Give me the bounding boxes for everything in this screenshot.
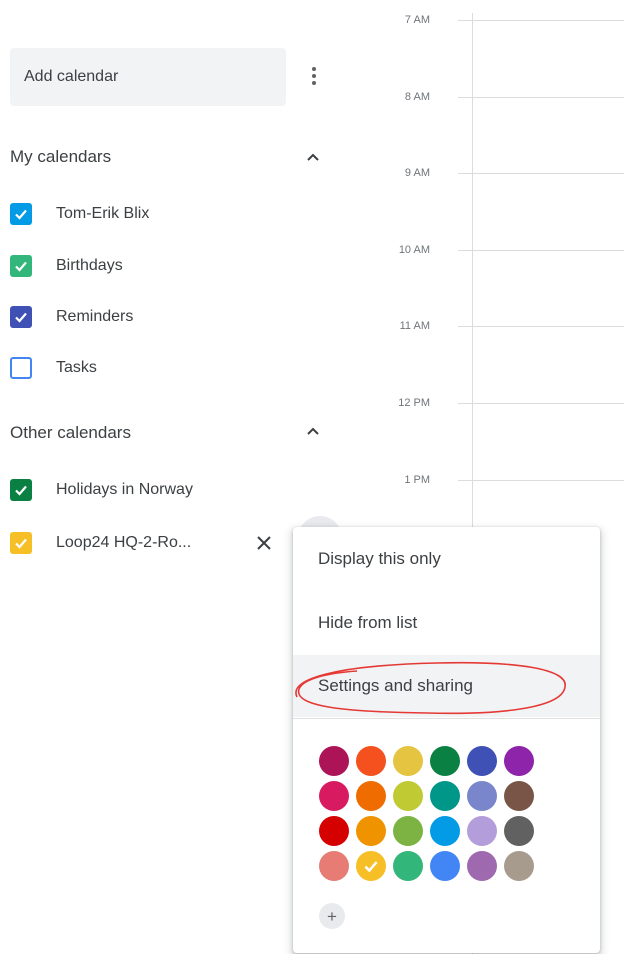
other-calendars-header[interactable]: Other calendars [10, 418, 330, 448]
color-swatch[interactable] [319, 851, 349, 881]
menu-item-label: Settings and sharing [318, 676, 473, 695]
color-swatch[interactable] [319, 781, 349, 811]
hour-label: 10 AM [398, 244, 430, 256]
calendar-checkbox[interactable] [10, 532, 32, 554]
color-swatch[interactable] [356, 781, 386, 811]
chevron-up-icon[interactable] [304, 422, 322, 440]
calendar-item-label: Holidays in Norway [56, 481, 193, 498]
add-calendar-placeholder: Add calendar [24, 68, 119, 85]
hour-tick [458, 480, 472, 481]
hour-gridline [472, 173, 624, 174]
calendar-item-label: Loop24 HQ-2-Ro... [56, 534, 192, 551]
calendar-item-label: Birthdays [56, 257, 123, 274]
color-swatch[interactable] [504, 851, 534, 881]
calendar-checkbox[interactable] [10, 255, 32, 277]
color-swatch[interactable] [504, 746, 534, 776]
my-calendars-header[interactable]: My calendars [10, 142, 330, 172]
calendar-item-label: Tasks [56, 359, 97, 376]
color-swatch[interactable] [467, 746, 497, 776]
hour-label: 9 AM [404, 167, 430, 179]
calendar-item-label: Tom-Erik Blix [56, 205, 150, 222]
color-swatch[interactable] [430, 816, 460, 846]
color-swatch[interactable] [393, 746, 423, 776]
calendar-item-label: Reminders [56, 308, 134, 325]
other-calendars-title: Other calendars [10, 423, 131, 442]
color-swatch[interactable] [393, 781, 423, 811]
color-swatch[interactable] [467, 851, 497, 881]
menu-item-settings-and-sharing[interactable]: Settings and sharing [293, 655, 600, 717]
color-swatch[interactable] [393, 816, 423, 846]
hour-label: 7 AM [404, 14, 430, 26]
hour-tick [458, 97, 472, 98]
calendar-item[interactable]: Tom-Erik Blix [10, 197, 340, 231]
hour-label: 1 PM [404, 474, 430, 486]
hour-label: 11 AM [399, 320, 430, 332]
hour-tick [458, 173, 472, 174]
color-swatch[interactable] [467, 816, 497, 846]
color-swatch[interactable] [319, 816, 349, 846]
menu-item-label: Hide from list [318, 613, 418, 632]
calendar-item[interactable]: Birthdays [10, 249, 340, 283]
color-swatch[interactable] [319, 746, 349, 776]
calendar-checkbox[interactable] [10, 357, 32, 379]
calendar-item[interactable]: Loop24 HQ-2-Ro... [10, 526, 340, 560]
check-icon [364, 861, 378, 873]
color-swatch[interactable] [356, 816, 386, 846]
hour-gridline [472, 480, 624, 481]
add-calendar-input[interactable]: Add calendar [10, 48, 286, 106]
hour-gridline [472, 250, 624, 251]
hour-gridline [472, 97, 624, 98]
hour-label: 12 PM [398, 397, 430, 409]
hour-gridline [472, 20, 624, 21]
hour-gridline [472, 326, 624, 327]
menu-divider [293, 718, 600, 719]
color-swatch[interactable] [393, 851, 423, 881]
calendar-checkbox[interactable] [10, 203, 32, 225]
hour-tick [458, 20, 472, 21]
menu-item-display-this-only[interactable]: Display this only [293, 528, 600, 590]
hour-tick [458, 403, 472, 404]
calendar-checkbox[interactable] [10, 306, 32, 328]
calendar-options-menu: Display this only Hide from list Setting… [293, 527, 600, 953]
color-swatch[interactable] [504, 816, 534, 846]
my-calendars-title: My calendars [10, 147, 112, 166]
chevron-up-icon[interactable] [304, 148, 322, 166]
hour-gridline [472, 403, 624, 404]
hour-tick [458, 250, 472, 251]
color-swatch[interactable] [356, 851, 386, 881]
color-swatch[interactable] [430, 746, 460, 776]
color-swatch[interactable] [504, 781, 534, 811]
hour-tick [458, 326, 472, 327]
hour-label: 8 AM [404, 91, 430, 103]
menu-item-hide-from-list[interactable]: Hide from list [293, 592, 600, 654]
close-icon[interactable] [255, 534, 273, 552]
color-swatch[interactable] [430, 851, 460, 881]
calendar-item[interactable]: Reminders [10, 300, 340, 334]
calendar-item[interactable]: Holidays in Norway [10, 473, 340, 507]
calendar-checkbox[interactable] [10, 479, 32, 501]
plus-icon: + [327, 906, 337, 926]
calendar-item[interactable]: Tasks [10, 351, 340, 385]
more-vert-icon[interactable] [304, 62, 324, 90]
color-swatch[interactable] [467, 781, 497, 811]
color-swatch[interactable] [430, 781, 460, 811]
color-swatch[interactable] [356, 746, 386, 776]
add-custom-color-button[interactable]: + [319, 903, 345, 929]
menu-item-label: Display this only [318, 549, 441, 568]
